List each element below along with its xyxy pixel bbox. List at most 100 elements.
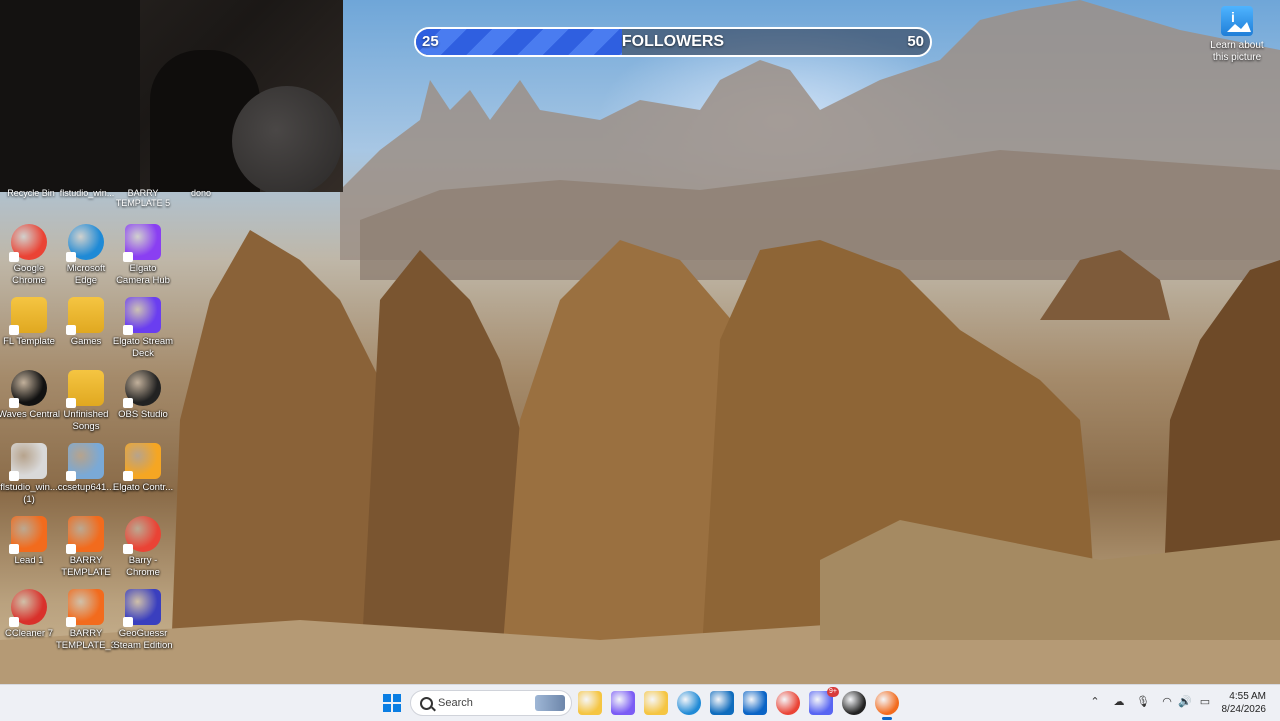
edge-icon: [66, 224, 104, 262]
shortcut-arrow-icon: [123, 252, 133, 262]
barry-template-5-label[interactable]: BARRY TEMPLATE 5: [112, 188, 174, 208]
microphone-shape: [232, 86, 342, 192]
fl-studio-icon: [66, 516, 104, 554]
desktop-icon-label: Games: [70, 336, 102, 347]
desktop-icon[interactable]: Lead 1: [0, 516, 60, 567]
svg-text:i: i: [1231, 9, 1235, 25]
shortcut-arrow-icon: [66, 398, 76, 408]
geoguessr-icon: [123, 589, 161, 627]
dono-label[interactable]: dono: [170, 188, 232, 198]
desktop-icon-label: ccsetup641...: [57, 482, 115, 493]
desktop-icon-label: Lead 1: [14, 555, 44, 566]
volume-icon[interactable]: 🔊: [1178, 695, 1192, 709]
ccleaner-icon: [9, 589, 47, 627]
desktop-icon[interactable]: FL Template: [0, 297, 60, 348]
outlook-taskbar-icon[interactable]: [743, 691, 767, 715]
shortcut-arrow-icon: [66, 544, 76, 554]
desktop-icon[interactable]: OBS Studio: [112, 370, 174, 421]
shortcut-arrow-icon: [9, 398, 19, 408]
installer-icon: [9, 443, 47, 481]
chevron-up-icon[interactable]: ⌃: [1088, 695, 1102, 709]
learn-about-picture-label: Learn about this picture: [1210, 40, 1264, 63]
recycle-bin-label[interactable]: Recycle Bin: [0, 188, 62, 198]
shortcut-arrow-icon: [123, 544, 133, 554]
waves-icon: [9, 370, 47, 408]
shortcut-arrow-icon: [66, 325, 76, 335]
camera-hub-icon: [123, 224, 161, 262]
shortcut-arrow-icon: [123, 471, 133, 481]
desktop-icon[interactable]: Elgato Contr...: [112, 443, 174, 494]
desktop-icon[interactable]: BARRY TEMPLATE_3: [55, 589, 117, 652]
desktop-icon[interactable]: Barry - Chrome: [112, 516, 174, 579]
desktop-icon[interactable]: Google Chrome: [0, 224, 60, 287]
folder-icon: [66, 297, 104, 335]
desktop-icon-label: flstudio_win... (1): [0, 482, 58, 505]
folder-taskbar-icon[interactable]: [644, 691, 668, 715]
desktop-icon[interactable]: Elgato Camera Hub: [112, 224, 174, 287]
discord-taskbar-icon[interactable]: 9+: [809, 687, 839, 715]
desktop-icon-label: FL Template: [3, 336, 55, 347]
obs-taskbar-icon[interactable]: [842, 691, 866, 715]
installer-icon: [66, 443, 104, 481]
info-picture-icon: i: [1221, 6, 1253, 36]
chrome-icon: [9, 224, 47, 262]
obs-icon: [123, 370, 161, 408]
discord-notification-badge: 9+: [827, 687, 839, 697]
shortcut-arrow-icon: [123, 398, 133, 408]
copilot-taskbar-icon[interactable]: [611, 691, 635, 715]
desktop-icon-label: Elgato Stream Deck: [112, 336, 174, 359]
desktop-icon[interactable]: BARRY TEMPLATE: [55, 516, 117, 579]
desktop-icon-label: Google Chrome: [12, 263, 46, 286]
desktop-icon-label: Barry - Chrome: [126, 555, 160, 578]
desktop-icon[interactable]: Microsoft Edge: [55, 224, 117, 287]
desktop-icon-label: BARRY TEMPLATE: [61, 555, 111, 578]
wifi-icon[interactable]: ◠: [1160, 695, 1174, 709]
file-explorer-taskbar-icon[interactable]: [578, 691, 602, 715]
desktop-icon-label: Microsoft Edge: [66, 263, 106, 286]
clock-time: 4:55 AM: [1229, 691, 1266, 702]
desktop-icon-label: Unfinished Songs: [63, 409, 109, 432]
desktop-icon[interactable]: Waves Central: [0, 370, 60, 421]
desktop-icon[interactable]: GeoGuessr Steam Edition: [112, 589, 174, 652]
onedrive-icon[interactable]: ☁: [1112, 695, 1126, 709]
webcam-overlay: [0, 0, 343, 192]
desktop-icon[interactable]: ccsetup641...: [55, 443, 117, 494]
store-taskbar-icon[interactable]: [710, 691, 734, 715]
followers-progress-bar: 25 FOLLOWERS 50: [414, 27, 932, 57]
search-highlight-icon: [535, 695, 565, 711]
taskbar-search-box[interactable]: Search: [410, 690, 572, 716]
followers-max: 50: [907, 33, 924, 50]
desktop-icon[interactable]: Elgato Stream Deck: [112, 297, 174, 360]
desktop-icon[interactable]: Unfinished Songs: [55, 370, 117, 433]
microphone-icon[interactable]: 🎙: [1136, 695, 1150, 709]
stream-deck-icon: [123, 297, 161, 335]
fl-studio-icon: [66, 589, 104, 627]
start-button[interactable]: [380, 691, 404, 715]
desktop-icon[interactable]: CCleaner 7: [0, 589, 60, 640]
desktop-icon-label: Waves Central: [0, 409, 60, 420]
search-icon: [420, 697, 433, 710]
followers-label: FOLLOWERS: [621, 33, 725, 50]
system-clock[interactable]: 4:55 AM 8/24/2026: [1222, 690, 1267, 716]
flstudio-win-label[interactable]: flstudio_win...: [56, 188, 118, 198]
edge-taskbar-icon[interactable]: [677, 691, 701, 715]
shortcut-arrow-icon: [123, 617, 133, 627]
shortcut-arrow-icon: [66, 252, 76, 262]
desktop-icon[interactable]: flstudio_win... (1): [0, 443, 60, 506]
desktop-icon[interactable]: Games: [55, 297, 117, 348]
shortcut-arrow-icon: [9, 471, 19, 481]
desktop-icon-label: BARRY TEMPLATE_3: [55, 628, 116, 651]
search-label: Search: [438, 697, 473, 709]
windows-logo-icon: [383, 694, 401, 712]
clock-date: 8/24/2026: [1221, 704, 1267, 715]
shortcut-arrow-icon: [9, 252, 19, 262]
background-wall-shape: [0, 0, 140, 192]
fl-studio-taskbar-icon[interactable]: [875, 691, 899, 720]
folder-icon: [66, 370, 104, 408]
elgato-control-icon: [123, 443, 161, 481]
desktop-icon-label: GeoGuessr Steam Edition: [113, 628, 173, 651]
learn-about-picture-button[interactable]: i Learn about this picture: [1204, 6, 1270, 64]
desktop-icon-label: Elgato Contr...: [112, 482, 174, 493]
chrome-taskbar-icon[interactable]: [776, 691, 800, 715]
battery-icon[interactable]: ▭: [1198, 695, 1212, 709]
